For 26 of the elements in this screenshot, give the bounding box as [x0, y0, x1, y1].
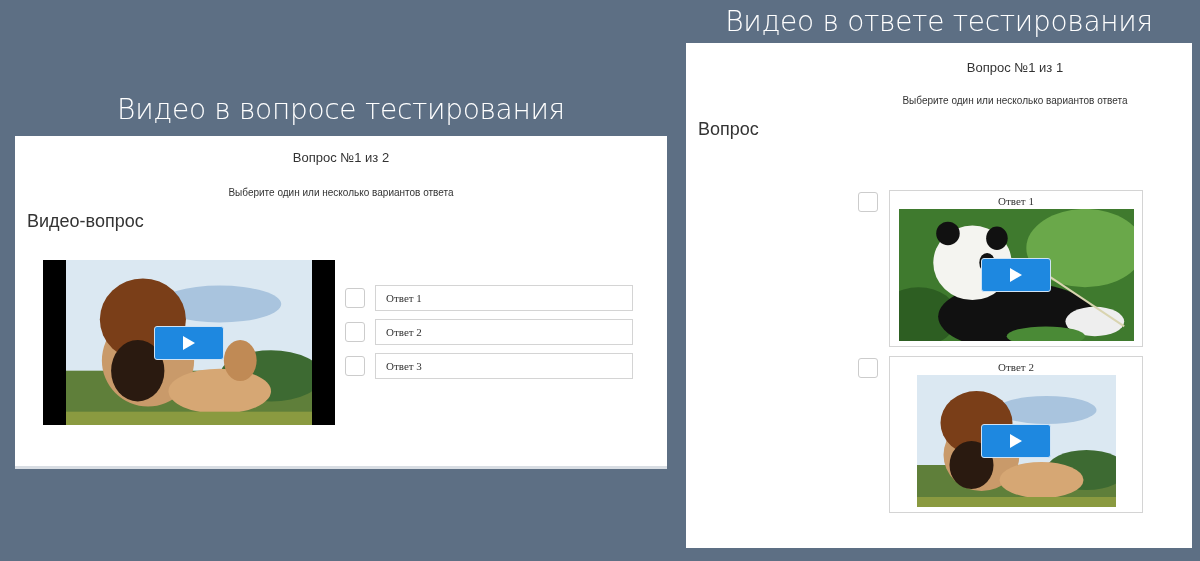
slide-caption: Видео в ответе тестирования	[725, 4, 1153, 40]
checkbox[interactable]	[858, 358, 878, 378]
play-button[interactable]	[154, 325, 224, 360]
instruction-text: Выберите один или несколько вариантов ответа	[227, 187, 455, 198]
answer-option[interactable]: Ответ 3	[375, 352, 633, 379]
question-title: Видео-вопрос	[27, 211, 145, 232]
slide-caption: Видео в вопросе тестирования	[117, 92, 565, 128]
checkbox[interactable]	[345, 287, 365, 308]
play-icon	[1010, 268, 1022, 282]
play-icon	[183, 335, 195, 350]
question-counter: Вопрос №1 из 1	[965, 59, 1065, 75]
checkbox[interactable]	[345, 355, 365, 376]
answer-label: Ответ 1	[998, 195, 1034, 207]
question-counter: Вопрос №1 из 2	[291, 149, 391, 165]
answer-card[interactable]: Ответ 2	[889, 356, 1143, 513]
instruction-text: Выберите один или несколько вариантов ответа	[901, 95, 1129, 106]
play-button[interactable]	[981, 424, 1051, 458]
checkbox[interactable]	[858, 192, 878, 212]
answer-option[interactable]: Ответ 2	[375, 318, 633, 345]
play-icon	[1010, 434, 1022, 448]
answer-label: Ответ 2	[998, 361, 1034, 373]
checkbox[interactable]	[345, 321, 365, 342]
play-button[interactable]	[981, 258, 1051, 292]
answer-card[interactable]: Ответ 1	[889, 190, 1143, 347]
answer-option[interactable]: Ответ 1	[375, 284, 633, 311]
question-title: Вопрос	[698, 119, 760, 140]
